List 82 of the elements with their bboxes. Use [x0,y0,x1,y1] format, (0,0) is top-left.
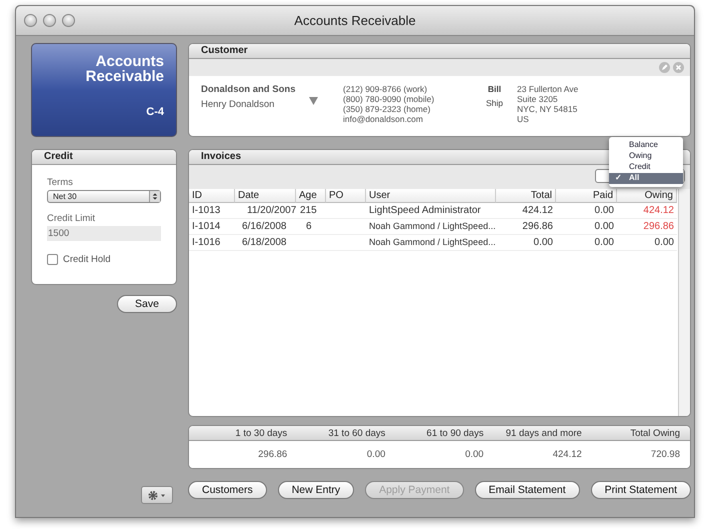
window-title: Accounts Receivable [294,13,416,28]
table-cell: I-1016 [189,235,235,251]
table-cell: 0.00 [556,203,617,219]
column-header[interactable]: PO [326,189,366,203]
table-cell: 296.86 [496,219,556,235]
panel-header: Invoices [201,151,242,162]
aging-value: 424.12 [552,449,582,460]
column-header[interactable]: Paid [556,189,617,203]
contact-name: Henry Donaldson [201,99,276,110]
edit-icon[interactable] [659,62,670,73]
contact-line: (800) 780-9090 (mobile) [343,94,436,104]
panel-header: Customer [201,45,248,56]
action-button[interactable]: Email Statement [474,481,580,499]
card-title: Accounts Receivable [84,54,164,84]
address-type[interactable]: Ship [486,98,503,108]
table-cell: I-1014 [189,219,235,235]
scrollbar[interactable] [678,189,690,416]
column-header[interactable]: User [366,189,496,203]
action-button[interactable]: Customers [188,481,267,499]
credit-limit-field[interactable]: 1500 [47,226,161,241]
gear-icon [147,490,167,500]
stepper-icon [149,191,160,202]
table-cell: LightSpeed Administrator [366,203,496,219]
company-name: Donaldson and Sons [201,84,296,95]
address-line: 23 Fullerton Ave [517,84,580,94]
action-button[interactable]: Print Statement [590,481,691,499]
address-line: NYC, NY 54815 [517,104,578,114]
field-label: Credit Limit [47,213,96,224]
address-line: Suite 3205 [517,94,559,104]
aging-label: 1 to 30 days [234,428,288,438]
contact-line: (350) 879-2323 (home) [343,104,432,114]
table-cell: 424.12 [617,203,677,219]
menu-item[interactable]: Credit [609,162,683,173]
aging-value: 0.00 [366,449,386,460]
contact-line: info@donaldson.com [343,114,424,124]
table-cell: Noah Gammond / LightSpeed... [366,219,496,235]
window-control[interactable] [62,14,75,27]
aging-label: 91 days and more [504,428,582,438]
column-header[interactable]: Owing [617,189,677,203]
field-label: Terms [47,177,74,188]
terms-select[interactable]: Net 30 [47,190,161,203]
window-control[interactable] [43,14,56,27]
table-cell: 0.00 [496,235,556,251]
column-header[interactable]: ID [189,189,235,203]
checkbox-label: Credit Hold [63,254,111,265]
table-cell: 296.86 [617,219,677,235]
table-cell: 6/16/2008 [235,219,296,235]
column-header[interactable]: Total [496,189,556,203]
menu-item[interactable]: ✓ All [609,173,683,184]
table-cell: I-1013 [189,203,235,219]
table-cell: 6/18/2008 [235,235,296,251]
table-cell: Noah Gammond / LightSpeed... [366,235,496,251]
save-button[interactable]: Save [117,295,177,313]
address-type[interactable]: Bill [488,84,502,94]
address-line: US [517,114,530,124]
check-mark: ✓ [615,173,622,182]
credit-hold-checkbox[interactable] [47,254,58,265]
table-cell: 424.12 [496,203,556,219]
table-cell: 0.00 [556,235,617,251]
action-button[interactable]: New Entry [278,481,354,499]
dropdown-triangle-icon[interactable] [309,97,318,105]
aging-value: 0.00 [464,449,484,460]
aging-label: 61 to 90 days [426,428,484,438]
customer-code: C-4 [146,106,164,118]
aging-value: 296.86 [257,449,288,460]
close-icon[interactable] [673,62,684,73]
menu-item[interactable]: Balance [609,140,683,151]
menu-item[interactable]: Owing [609,151,683,162]
table-cell: 0.00 [617,235,677,251]
column-header[interactable]: Date [235,189,296,203]
table-cell: 0.00 [556,219,617,235]
window-control[interactable] [24,14,37,27]
gear-menu-button[interactable] [141,486,173,504]
column-header[interactable]: Age [296,189,326,203]
aging-value: 720.98 [650,449,680,460]
contact-line: (212) 909-8766 (work) [343,84,428,94]
table-cell: 11/20/2007 [235,203,296,219]
table-cell: 215 [296,203,326,219]
aging-label: Total Owing [629,428,680,438]
aging-label: 31 to 60 days [327,428,386,438]
table-cell: 6 [296,219,326,235]
panel-header: Credit [44,151,73,162]
